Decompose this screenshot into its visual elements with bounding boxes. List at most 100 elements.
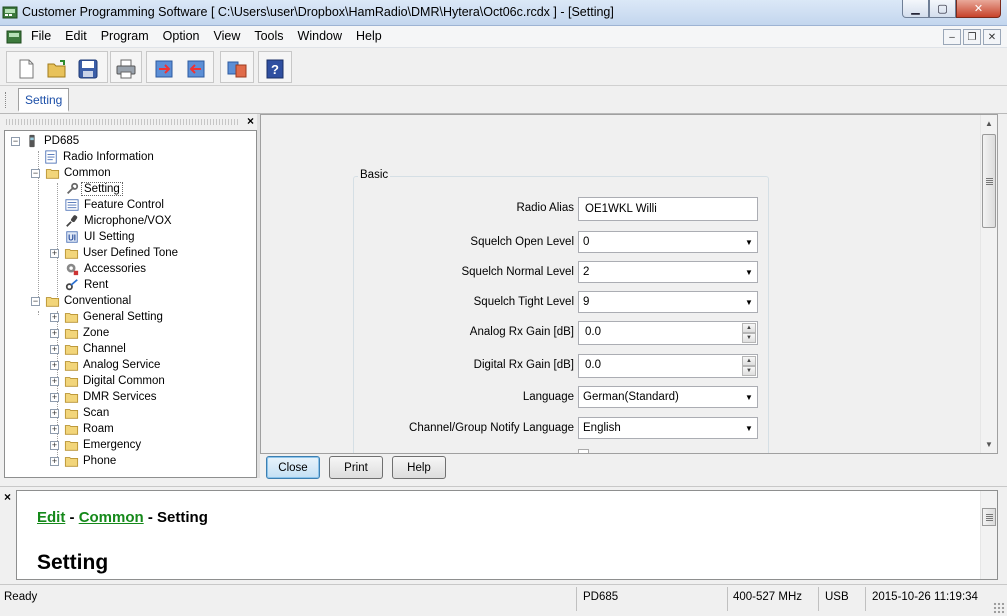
spin-up-icon[interactable]: ▲ [742, 356, 756, 366]
mdi-restore-button[interactable]: ❐ [963, 29, 981, 45]
tab-setting[interactable]: Setting [18, 88, 70, 112]
expand-icon[interactable]: + [50, 456, 59, 466]
chevron-down-icon[interactable]: ▼ [741, 292, 757, 312]
squelch-tight-select[interactable]: 9 ▼ [578, 291, 758, 313]
save-icon[interactable] [75, 56, 101, 82]
tree-node-radio-information[interactable]: Radio Information [43, 149, 154, 165]
mdi-close-button[interactable]: ✕ [983, 29, 1001, 45]
expand-icon[interactable]: + [50, 312, 59, 322]
tree-node-feature-control[interactable]: Feature Control [64, 197, 164, 213]
tree-node-general-setting[interactable]: + General Setting [50, 309, 163, 325]
expand-icon[interactable]: + [50, 248, 59, 258]
language-select[interactable]: German(Standard) ▼ [578, 386, 758, 408]
expand-icon[interactable]: + [50, 392, 59, 402]
menu-edit[interactable]: Edit [58, 26, 94, 46]
scroll-thumb[interactable] [982, 508, 996, 526]
spin-down-icon[interactable]: ▼ [742, 333, 756, 343]
help-button[interactable]: Help [392, 456, 446, 479]
clone-icon[interactable] [224, 56, 250, 82]
squelch-open-select[interactable]: 0 ▼ [578, 231, 758, 253]
tree-node-channel[interactable]: + Channel [50, 341, 126, 357]
tree-node-pd685[interactable]: − PD685 [11, 133, 79, 149]
menu-option[interactable]: Option [156, 26, 207, 46]
menu-help[interactable]: Help [349, 26, 389, 46]
tree-node-rent[interactable]: Rent [64, 277, 108, 293]
toolbar-group-file [6, 51, 108, 83]
tree-node-zone[interactable]: + Zone [50, 325, 109, 341]
expand-icon[interactable]: + [50, 344, 59, 354]
expand-icon[interactable]: + [50, 408, 59, 418]
menu-program[interactable]: Program [94, 26, 156, 46]
analog-rx-gain-spinner[interactable]: 0.0 ▲ ▼ [578, 321, 758, 345]
open-folder-icon[interactable] [44, 56, 70, 82]
form-scrollbar[interactable]: ▲ ▼ [980, 115, 997, 453]
scroll-up-icon[interactable]: ▲ [981, 115, 997, 132]
toolbar-group-help: ? [258, 51, 292, 83]
tree-node-setting[interactable]: Setting [64, 181, 123, 197]
close-pane-icon[interactable]: × [247, 114, 254, 128]
tree-node-accessories[interactable]: Accessories [64, 261, 146, 277]
mdi-minimize-button[interactable]: – [943, 29, 961, 45]
pane-grip[interactable] [6, 119, 238, 125]
tree-node-emergency[interactable]: + Emergency [50, 437, 141, 453]
scroll-thumb[interactable] [982, 134, 996, 228]
tree-node-dmr-services[interactable]: + DMR Services [50, 389, 156, 405]
tree-node-phone[interactable]: + Phone [50, 453, 116, 469]
expand-icon[interactable]: + [50, 360, 59, 370]
folder-icon [63, 357, 79, 373]
close-window-button[interactable]: ✕ [956, 0, 1001, 18]
read-radio-icon[interactable] [151, 56, 177, 82]
tree-node-analog-service[interactable]: + Analog Service [50, 357, 160, 373]
radio-alias-row: Radio Alias OE1WKL Willi [354, 197, 770, 221]
collapse-icon[interactable]: − [31, 168, 40, 178]
folder-icon [63, 373, 79, 389]
tree-node-microphone-vox[interactable]: Microphone/VOX [64, 213, 172, 229]
new-icon[interactable] [13, 56, 39, 82]
tree-node-common[interactable]: − Common [31, 165, 111, 181]
notify-language-select[interactable]: English ▼ [578, 417, 758, 439]
chevron-down-icon[interactable]: ▼ [741, 262, 757, 282]
collapse-icon[interactable]: − [31, 296, 40, 306]
collapse-icon[interactable]: − [11, 136, 20, 146]
menu-tools[interactable]: Tools [247, 26, 290, 46]
expand-icon[interactable]: + [50, 328, 59, 338]
help-icon[interactable]: ? [262, 56, 288, 82]
basic-groupbox: Basic Radio Alias OE1WKL Willi Squelch O… [353, 169, 770, 453]
minimize-button[interactable]: ▁ [902, 0, 929, 18]
chevron-down-icon[interactable]: ▼ [741, 418, 757, 438]
menu-view[interactable]: View [206, 26, 247, 46]
tree-node-roam[interactable]: + Roam [50, 421, 114, 437]
tree-node-conventional[interactable]: − Conventional [31, 293, 131, 309]
expand-icon[interactable]: + [50, 376, 59, 386]
tree-node-ui-setting[interactable]: UI UI Setting [64, 229, 135, 245]
close-button[interactable]: Close [266, 456, 320, 479]
folder-icon [63, 421, 79, 437]
breadcrumb-common-link[interactable]: Common [79, 509, 144, 526]
chevron-down-icon[interactable]: ▼ [741, 232, 757, 252]
radio-alias-input[interactable]: OE1WKL Willi [578, 197, 758, 221]
expand-icon[interactable]: + [50, 440, 59, 450]
menu-window[interactable]: Window [291, 26, 349, 46]
spin-down-icon[interactable]: ▼ [742, 366, 756, 376]
squelch-normal-select[interactable]: 2 ▼ [578, 261, 758, 283]
digital-rx-gain-spinner[interactable]: 0.0 ▲ ▼ [578, 354, 758, 378]
scroll-down-icon[interactable]: ▼ [981, 436, 997, 453]
accessories-icon [64, 261, 80, 277]
spin-up-icon[interactable]: ▲ [742, 323, 756, 333]
tree-node-digital-common[interactable]: + Digital Common [50, 373, 165, 389]
print-button[interactable]: Print [329, 456, 383, 479]
document-icon[interactable] [6, 29, 22, 45]
ui-icon: UI [64, 229, 80, 245]
breadcrumb-edit-link[interactable]: Edit [37, 509, 65, 526]
write-radio-icon[interactable] [183, 56, 209, 82]
close-help-icon[interactable]: × [4, 490, 11, 504]
help-scrollbar[interactable] [980, 491, 997, 579]
resize-grip[interactable] [993, 602, 1005, 614]
print-icon[interactable] [113, 56, 139, 82]
menu-file[interactable]: File [24, 26, 58, 46]
maximize-button[interactable]: ▢ [929, 0, 956, 18]
tree-node-scan[interactable]: + Scan [50, 405, 109, 421]
expand-icon[interactable]: + [50, 424, 59, 434]
chevron-down-icon[interactable]: ▼ [741, 387, 757, 407]
tree-node-user-defined-tone[interactable]: + User Defined Tone [50, 245, 178, 261]
